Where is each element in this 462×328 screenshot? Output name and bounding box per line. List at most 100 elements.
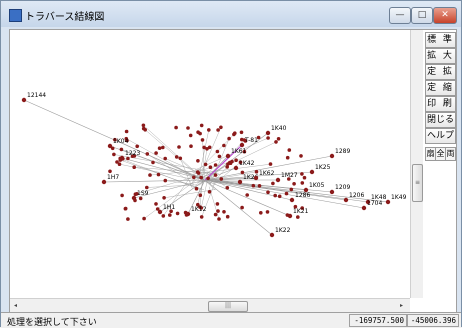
station-point	[268, 162, 273, 166]
station-point	[148, 173, 152, 177]
station-point	[385, 199, 391, 205]
station-point	[188, 133, 193, 138]
station-label: 1K22	[275, 227, 291, 234]
scroll-left-icon[interactable]: ◂	[14, 302, 17, 309]
station-point	[253, 175, 259, 181]
horizontal-scroll-thumb[interactable]: |||	[208, 301, 248, 312]
station-point	[343, 197, 349, 203]
station-point	[161, 214, 166, 218]
station-point	[292, 182, 296, 186]
zoom-in-button[interactable]: 拡 大	[425, 48, 456, 64]
station-point	[124, 129, 129, 134]
station-point	[132, 165, 136, 169]
station-point	[257, 184, 262, 188]
close-view-button[interactable]: 閉じる	[425, 112, 456, 128]
station-point	[285, 155, 290, 160]
station-point	[185, 211, 191, 217]
vertical-scrollbar[interactable]: ≡	[410, 30, 423, 298]
help-button[interactable]: ヘルプ	[425, 128, 456, 144]
app-icon	[9, 9, 22, 22]
horizontal-scrollbar[interactable]: ◂ ||| ▸	[10, 298, 410, 312]
station-label: 12144	[27, 92, 46, 99]
station-point	[163, 178, 168, 183]
traverse-window: トラバース結線図 — □ ✕ 12144 1K40 T-81 1K61 1K42 1289…	[0, 0, 462, 328]
station-point	[207, 190, 212, 194]
station-point	[225, 165, 229, 169]
station-point	[259, 211, 263, 215]
station-point	[300, 181, 305, 185]
station-point	[177, 145, 181, 149]
station-point	[195, 170, 200, 174]
close-button[interactable]: ✕	[433, 7, 457, 24]
station-point	[141, 123, 146, 128]
station-point	[205, 147, 209, 151]
both-button[interactable]: 両	[445, 147, 456, 161]
station-point	[225, 153, 231, 159]
station-point	[232, 132, 236, 137]
station-point	[289, 197, 295, 203]
station-label: T-81	[244, 137, 258, 144]
traverse-plot[interactable]: 12144 1K40 T-81 1K61 1K42 1289 1K26 1M27 1K25 1K0…	[10, 30, 410, 298]
station-point	[251, 183, 256, 188]
station-label: 1K40	[271, 125, 287, 132]
station-point	[192, 175, 196, 180]
station-point	[107, 143, 113, 149]
station-point	[213, 212, 218, 217]
station-point	[126, 156, 130, 161]
station-point	[217, 217, 221, 221]
station-point	[186, 126, 190, 130]
station-point	[276, 137, 281, 141]
window-title: トラバース結線図	[25, 12, 105, 23]
standard-button[interactable]: 標 準	[425, 32, 456, 48]
station-point	[245, 193, 249, 197]
vertical-scroll-thumb[interactable]: ≡	[412, 164, 423, 202]
station-label: 1223	[125, 150, 140, 157]
station-point	[135, 144, 139, 149]
station-point	[265, 210, 270, 214]
station-point	[300, 172, 304, 176]
station-point	[145, 152, 150, 156]
station-point	[240, 137, 244, 142]
station-point	[108, 169, 112, 174]
station-point	[287, 213, 293, 219]
title-bar[interactable]: トラバース結線図 — □ ✕	[1, 1, 461, 27]
fixed-zoom-in-button[interactable]: 定 拡	[425, 64, 456, 80]
station-point	[296, 215, 300, 219]
traverse-network-svg[interactable]: 121441K40T-811K611K4212891K26 1M271K251K0…	[10, 30, 410, 298]
station-point	[274, 140, 278, 144]
maximize-button[interactable]: □	[411, 7, 433, 24]
station-point	[239, 130, 244, 135]
station-label: 1K04	[113, 138, 129, 145]
station-point	[131, 195, 137, 201]
scroll-right-icon[interactable]: ▸	[400, 302, 403, 309]
station-point	[234, 158, 238, 162]
station-point	[213, 163, 218, 167]
station-point	[329, 153, 335, 159]
status-message: 処理を選択して下さい	[7, 318, 97, 328]
station-point	[199, 175, 203, 180]
station-point	[162, 196, 166, 200]
station-label: 1K49	[391, 194, 407, 201]
station-label: 1K21	[293, 208, 309, 215]
station-label: 1K42	[239, 160, 255, 167]
station-point	[154, 202, 158, 206]
station-point	[217, 154, 222, 159]
station-point	[194, 186, 199, 191]
fixed-zoom-out-button[interactable]: 定 縮	[425, 80, 456, 96]
coord-y-readout: -45006.396	[407, 314, 459, 327]
station-point	[196, 159, 200, 163]
station-point	[269, 232, 275, 238]
station-point	[174, 155, 179, 159]
station-point	[273, 193, 278, 198]
station-point	[216, 128, 220, 132]
station-point	[168, 213, 172, 217]
station-point	[284, 191, 289, 196]
station-point	[115, 160, 119, 164]
station-point	[361, 205, 367, 211]
station-point	[154, 151, 158, 155]
station-point	[206, 176, 210, 181]
station-point	[230, 159, 234, 164]
minimize-button[interactable]: —	[389, 7, 411, 24]
print-button[interactable]: 印 刷	[425, 96, 456, 112]
station-label: 1K05	[309, 182, 325, 189]
